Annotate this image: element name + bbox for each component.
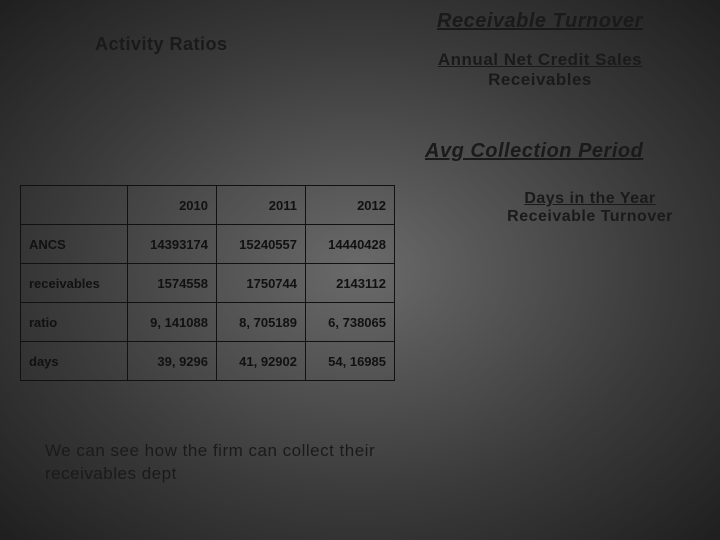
year-header: 2010 [128, 186, 217, 225]
table-header-row: 2010 2011 2012 [21, 186, 395, 225]
table-row: ratio 9, 141088 8, 705189 6, 738065 [21, 303, 395, 342]
data-table: 2010 2011 2012 ANCS 14393174 15240557 14… [20, 185, 395, 381]
cell: 14393174 [128, 225, 217, 264]
table-corner-cell [21, 186, 128, 225]
year-header: 2011 [217, 186, 306, 225]
row-label: days [21, 342, 128, 381]
acp-formula-numerator: Days in the Year [524, 190, 655, 207]
table-row: receivables 1574558 1750744 2143112 [21, 264, 395, 303]
table-row: ANCS 14393174 15240557 14440428 [21, 225, 395, 264]
cell: 6, 738065 [306, 303, 395, 342]
row-label: ratio [21, 303, 128, 342]
acp-formula-denominator: Receivable Turnover [507, 208, 673, 225]
cell: 1574558 [128, 264, 217, 303]
slide: Activity Ratios Receivable Turnover Annu… [0, 0, 720, 540]
right-heading-block: Receivable Turnover Annual Net Credit Sa… [380, 10, 700, 90]
conclusion-text: We can see how the firm can collect thei… [45, 440, 415, 486]
row-label: ANCS [21, 225, 128, 264]
row-label: receivables [21, 264, 128, 303]
cell: 39, 9296 [128, 342, 217, 381]
table-row: days 39, 9296 41, 92902 54, 16985 [21, 342, 395, 381]
year-header: 2012 [306, 186, 395, 225]
cell: 14440428 [306, 225, 395, 264]
acp-formula: Days in the Year Receivable Turnover [470, 190, 710, 226]
left-heading: Activity Ratios [95, 34, 228, 55]
cell: 2143112 [306, 264, 395, 303]
receivable-turnover-title: Receivable Turnover [380, 10, 700, 33]
cell: 8, 705189 [217, 303, 306, 342]
avg-collection-period-title: Avg Collection Period [425, 140, 643, 163]
cell: 1750744 [217, 264, 306, 303]
cell: 54, 16985 [306, 342, 395, 381]
cell: 41, 92902 [217, 342, 306, 381]
cell: 9, 141088 [128, 303, 217, 342]
rt-formula-denominator: Receivables [380, 70, 700, 90]
cell: 15240557 [217, 225, 306, 264]
rt-formula-numerator: Annual Net Credit Sales [380, 51, 700, 70]
